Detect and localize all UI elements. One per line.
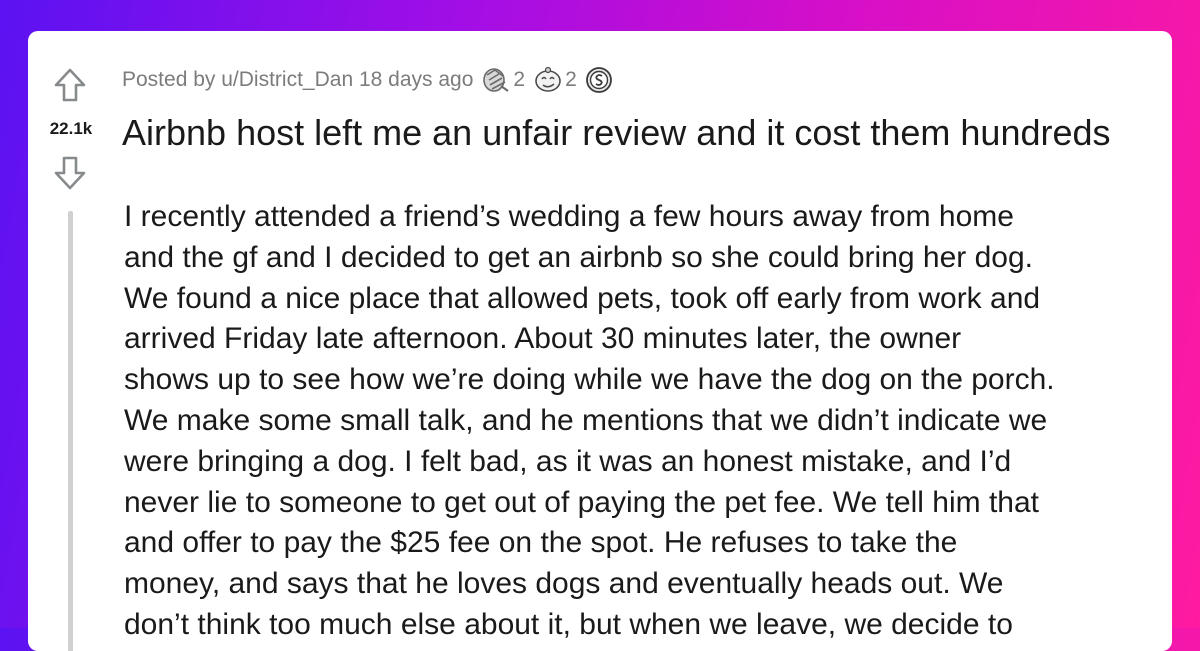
award-face[interactable]: 2 [533, 66, 577, 94]
upvote-button[interactable] [52, 67, 88, 103]
post-body-line: money, and says that he loves dogs and e… [124, 567, 1004, 601]
arrow-down-icon [54, 156, 86, 190]
award-hands-icon [483, 68, 510, 92]
award-coin-icon [585, 67, 612, 93]
post-body-line: were bringing a dog. I felt bad, as it w… [124, 444, 1012, 478]
post-body-line: shows up to see how we’re doing while we… [124, 363, 1055, 397]
vote-column: 22.1k [28, 31, 114, 651]
thread-line[interactable] [68, 211, 73, 651]
post-body-line: and offer to pay the $25 fee on the spot… [124, 526, 958, 560]
posted-by-label: Posted by [122, 68, 216, 91]
post-card: 22.1k Posted by u/District_Dan 18 days a… [28, 31, 1172, 651]
award-face-icon [535, 66, 561, 92]
award-face-count: 2 [565, 68, 577, 91]
arrow-up-icon [54, 68, 86, 102]
award-hands-count: 2 [513, 68, 526, 91]
post-body-line: We make some small talk, and he mentions… [124, 403, 1048, 437]
post-body-line: don’t think too much else about it, but … [124, 607, 1013, 641]
vote-score: 22.1k [49, 119, 93, 138]
post-meta: Posted by u/District_Dan 18 days ago 2 2 [122, 65, 613, 95]
post-title[interactable]: Airbnb host left me an unfair review and… [122, 111, 1167, 155]
post-age: 18 days ago [358, 68, 474, 91]
post-body-line: I recently attended a friend’s wedding a… [124, 200, 1014, 233]
downvote-button[interactable] [52, 155, 88, 191]
author-link[interactable]: u/District_Dan [221, 68, 353, 92]
award-hands[interactable]: 2 [481, 66, 525, 94]
post-body-line: and the gf and I decided to get an airbn… [124, 240, 1033, 274]
post-body-line: never lie to someone to get out of payin… [124, 485, 1039, 519]
post-body-line: We found a nice place that allowed pets,… [124, 281, 1041, 315]
award-coin[interactable] [585, 66, 613, 94]
post-body-line: arrived Friday late afternoon. About 30 … [124, 322, 962, 356]
post-body: I recently attended a friend’s wedding a… [124, 197, 1169, 646]
